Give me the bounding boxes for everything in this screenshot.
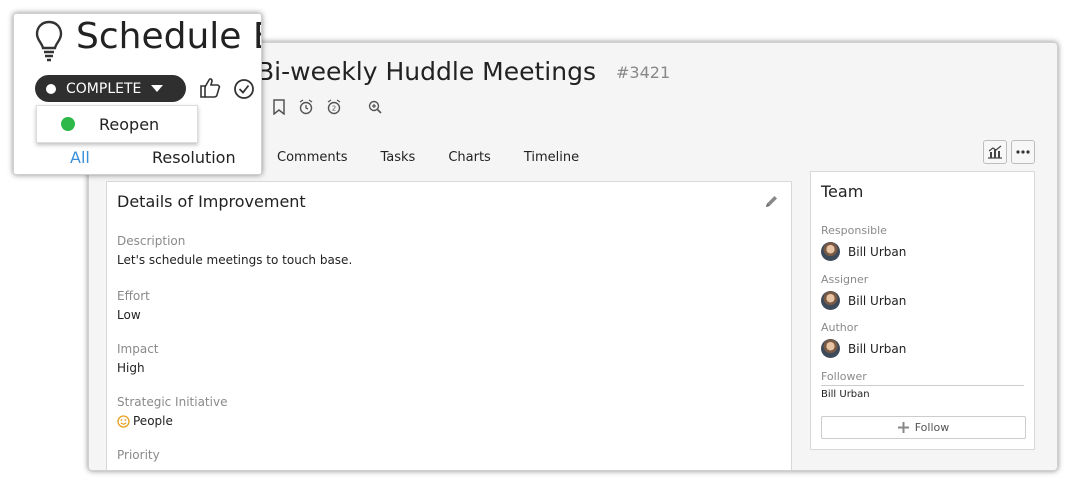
tab-charts[interactable]: Charts [448, 150, 491, 165]
strategic-initiative-text: People [133, 414, 173, 428]
avatar [821, 339, 840, 358]
effort-label: Effort [117, 289, 150, 303]
reopen-menu-item[interactable]: Reopen [99, 115, 159, 134]
action-icons: 2 [252, 99, 394, 115]
zoom-title: Schedule B [76, 16, 262, 57]
description-value: Let's schedule meetings to touch base. [117, 253, 353, 267]
priority-label: Priority [117, 448, 160, 462]
responsible-name: Bill Urban [848, 244, 907, 259]
divider [821, 385, 1024, 386]
responsible-label: Responsible [821, 224, 887, 237]
reopen-dot [61, 117, 75, 131]
tab-comments[interactable]: Comments [277, 150, 347, 165]
strategic-initiative-value: People [117, 414, 173, 428]
description-label: Description [117, 234, 186, 248]
status-menu: Reopen [36, 105, 198, 143]
follow-button[interactable]: Follow [821, 416, 1026, 439]
ellipsis-icon [1016, 150, 1030, 154]
assigner-person[interactable]: Bill Urban [821, 291, 906, 310]
strategic-initiative-label: Strategic Initiative [117, 395, 228, 409]
alarm-icon[interactable] [298, 99, 314, 115]
follower-name: Bill Urban [821, 389, 870, 400]
page-title: Bi-weekly Huddle Meetings [257, 57, 596, 86]
assigner-label: Assigner [821, 273, 869, 286]
more-options-button[interactable] [1011, 140, 1035, 164]
alarm-count-icon[interactable]: 2 [326, 99, 342, 115]
author-label: Author [821, 321, 859, 334]
zoom-inset: Schedule B COMPLETE Reopen All Resolutio… [13, 13, 262, 175]
tab-bar: Comments Tasks Charts Timeline [277, 150, 612, 165]
follower-label: Follower [821, 370, 867, 383]
details-card: Details of Improvement Description Let's… [106, 181, 792, 470]
item-id: #3421 [616, 63, 671, 82]
chart-icon [988, 145, 1002, 159]
impact-label: Impact [117, 342, 159, 356]
impact-value: High [117, 361, 145, 375]
plus-icon [897, 422, 909, 433]
tab-all[interactable]: All [70, 148, 90, 167]
status-label: COMPLETE [66, 80, 142, 97]
lightbulb-icon [35, 20, 63, 62]
author-person[interactable]: Bill Urban [821, 339, 906, 358]
effort-value: Low [117, 308, 141, 322]
bookmark-icon[interactable] [272, 99, 286, 115]
check-circle-icon[interactable] [233, 78, 255, 100]
thumbs-up-icon[interactable] [199, 77, 221, 99]
details-title: Details of Improvement [117, 192, 306, 211]
team-card: Team Responsible Bill Urban Assigner Bil… [810, 171, 1035, 450]
tab-timeline[interactable]: Timeline [524, 150, 579, 165]
svg-text:2: 2 [332, 105, 336, 113]
tab-resolution[interactable]: Resolution [152, 148, 236, 167]
avatar [821, 242, 840, 261]
status-dropdown[interactable]: COMPLETE [35, 75, 186, 102]
status-dot [46, 83, 56, 94]
caret-down-icon [151, 85, 164, 92]
zoom-in-icon[interactable] [368, 100, 382, 114]
chart-view-button[interactable] [983, 140, 1007, 164]
follow-button-label: Follow [914, 421, 950, 434]
assigner-name: Bill Urban [848, 293, 907, 308]
smiley-icon [117, 414, 130, 428]
responsible-person[interactable]: Bill Urban [821, 242, 906, 261]
author-name: Bill Urban [848, 341, 907, 356]
tab-tasks[interactable]: Tasks [380, 150, 415, 165]
edit-pencil-icon[interactable] [764, 194, 779, 213]
team-title: Team [821, 182, 864, 201]
avatar [821, 291, 840, 310]
